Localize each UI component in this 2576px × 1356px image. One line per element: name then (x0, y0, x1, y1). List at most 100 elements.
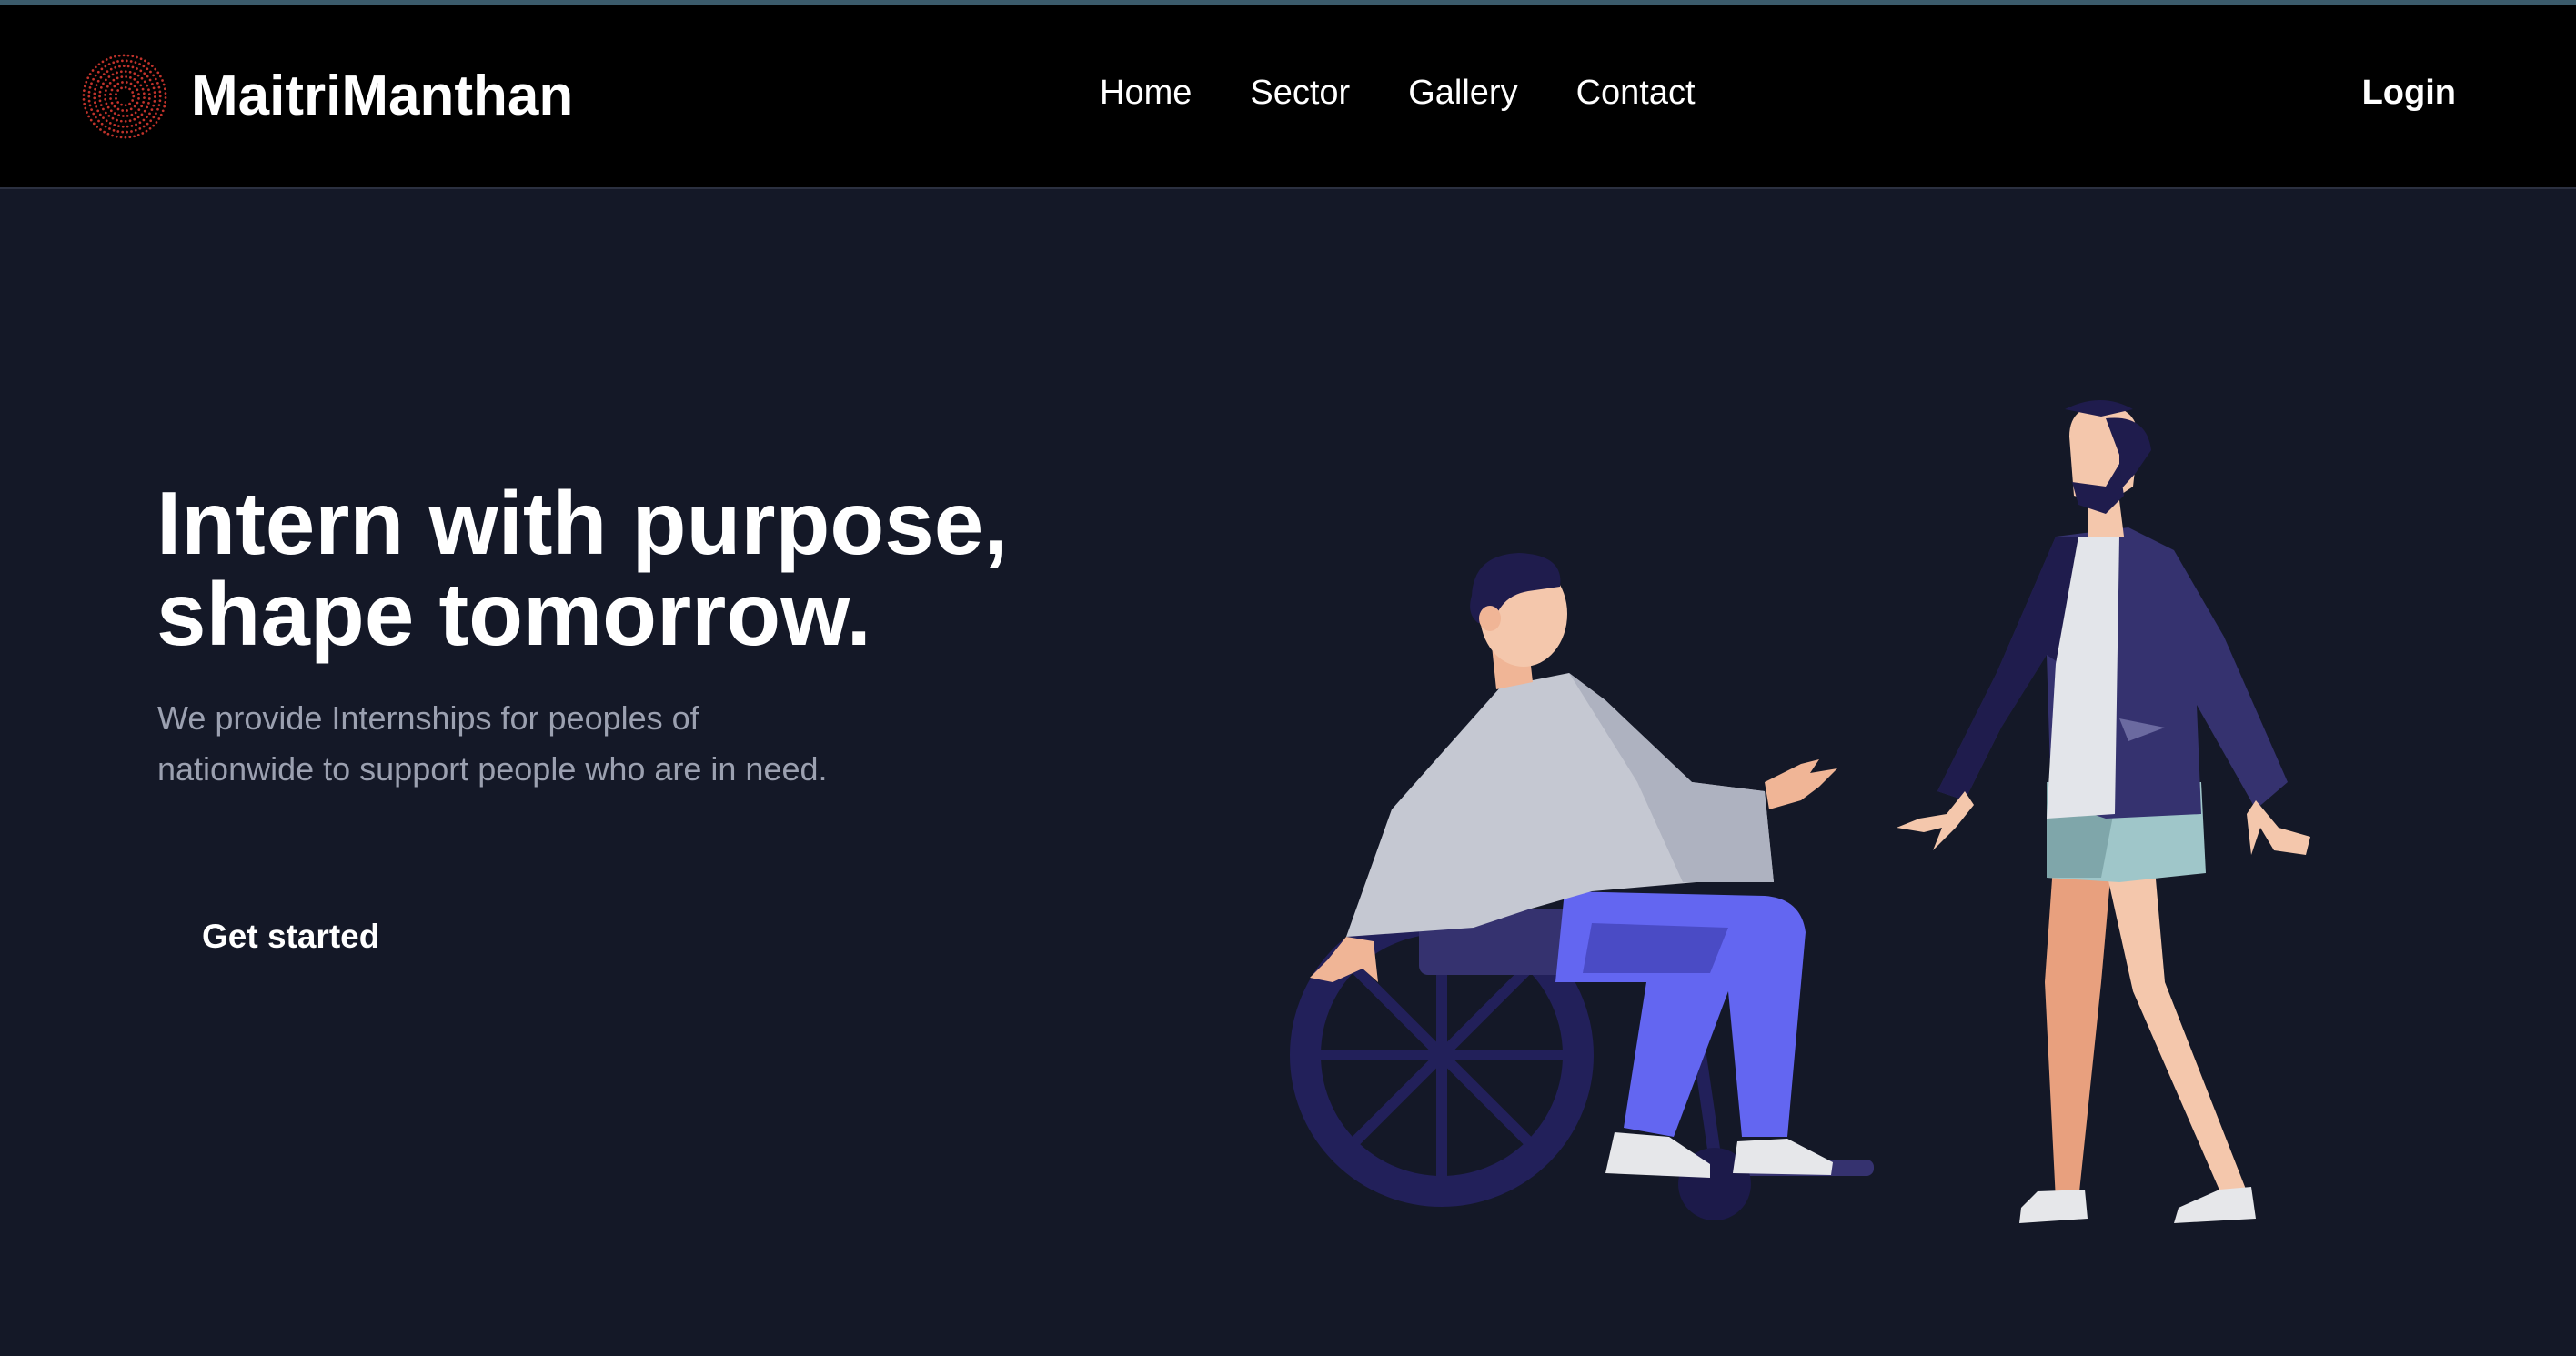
logo-dot (137, 108, 141, 112)
logo-dot (143, 72, 146, 75)
logo-dot (104, 78, 107, 82)
logo-dot (103, 130, 106, 134)
logo-dot (105, 58, 108, 61)
get-started-button[interactable]: Get started (156, 900, 425, 973)
logo-dot (143, 80, 146, 84)
logo-dot (116, 71, 118, 75)
logo-dot (94, 74, 97, 77)
logo-dot (150, 65, 154, 68)
logo-dot (112, 78, 116, 82)
logo-dot (152, 124, 156, 127)
logo-dot (133, 135, 136, 138)
logo-dot (128, 102, 131, 105)
logo-dot (142, 125, 146, 128)
logo-dot (94, 87, 96, 91)
logo-dot (126, 114, 129, 117)
logo-dot (150, 108, 154, 111)
logo-dot (106, 105, 110, 109)
logo-dot (125, 81, 128, 84)
logo-dot (142, 118, 146, 122)
logo-dot (131, 99, 135, 102)
logo-dot (152, 116, 156, 119)
logo-dot (140, 76, 144, 80)
logo-dot (99, 75, 103, 79)
logo-dot (116, 76, 119, 80)
logo-dot (92, 77, 95, 81)
logo-dot (120, 75, 124, 79)
brand[interactable]: MaitriManthan (80, 48, 573, 145)
logo-dot (128, 136, 132, 139)
logo-dot (94, 65, 97, 69)
logo-dot (136, 74, 140, 77)
logo-dot (116, 107, 120, 111)
logo-dot (99, 128, 102, 131)
logo-dot (135, 123, 137, 126)
logo-dot (109, 109, 113, 113)
logo-dot (131, 65, 135, 69)
logo-dot (86, 76, 90, 80)
logo-dot (154, 77, 157, 81)
logo-dot (133, 105, 136, 108)
logo-dot (149, 70, 152, 74)
logo-dot (84, 106, 87, 110)
logo-dot (159, 113, 163, 116)
logo-dot (99, 104, 103, 106)
logo-dot (104, 97, 107, 101)
logo-dot (108, 122, 112, 125)
logo-dot (105, 89, 107, 93)
logo-dot (125, 75, 128, 78)
logo-dot (91, 69, 95, 72)
hero-subtitle-line-1: We provide Internships for peoples of (157, 699, 699, 737)
logo-dot (138, 63, 141, 65)
logo-dot (109, 97, 112, 100)
logo-dot (109, 56, 113, 59)
logo-dot (126, 130, 128, 134)
logo-dot (107, 115, 111, 117)
logo-dot (133, 117, 136, 121)
logo-dot (133, 72, 136, 75)
logo-dot (87, 115, 90, 118)
logo-dot (164, 96, 167, 99)
logo-dot (87, 99, 91, 103)
logo-dot (121, 125, 125, 128)
logo-dot (93, 92, 96, 95)
logo-dot (158, 95, 162, 98)
nav-link-sector[interactable]: Sector (1250, 75, 1350, 110)
logo-dot (164, 100, 167, 104)
logo-dot (129, 82, 133, 85)
logo-dot (110, 88, 114, 92)
logo-dot (156, 71, 160, 75)
logo-dot (139, 69, 143, 73)
logo-dot (82, 89, 86, 93)
logo-dot (129, 60, 133, 63)
logo-dot (121, 109, 125, 112)
logo-dot (153, 91, 156, 95)
logo-dot (98, 95, 101, 98)
logo-dot (107, 63, 111, 65)
hero-title: Intern with purpose, shape tomorrow. (156, 477, 1248, 659)
logo-dot (108, 81, 112, 85)
logo-dot (146, 116, 148, 118)
logo-dot (82, 94, 86, 96)
logo-dot (102, 73, 106, 76)
logo-dot (90, 82, 93, 85)
logo-dot (96, 125, 99, 128)
nav-link-contact[interactable]: Contact (1576, 75, 1696, 110)
logo-dot (121, 130, 125, 134)
nav-link-home[interactable]: Home (1100, 75, 1192, 110)
logo-dot (128, 76, 132, 79)
login-link[interactable]: Login (2362, 75, 2456, 110)
brand-name: MaitriManthan (191, 65, 574, 127)
logo-dot (153, 99, 156, 103)
logo-dot (130, 130, 133, 133)
logo-dot (111, 73, 115, 76)
nav-link-gallery[interactable]: Gallery (1408, 75, 1517, 110)
logo-dot (95, 105, 98, 108)
logo-dot (116, 89, 120, 92)
logo-dot (95, 116, 97, 119)
logo-dot (152, 74, 155, 77)
logo-dot (93, 101, 96, 105)
logo-dot (153, 95, 156, 98)
logo-dot (101, 60, 105, 64)
logo-dot (106, 70, 109, 73)
